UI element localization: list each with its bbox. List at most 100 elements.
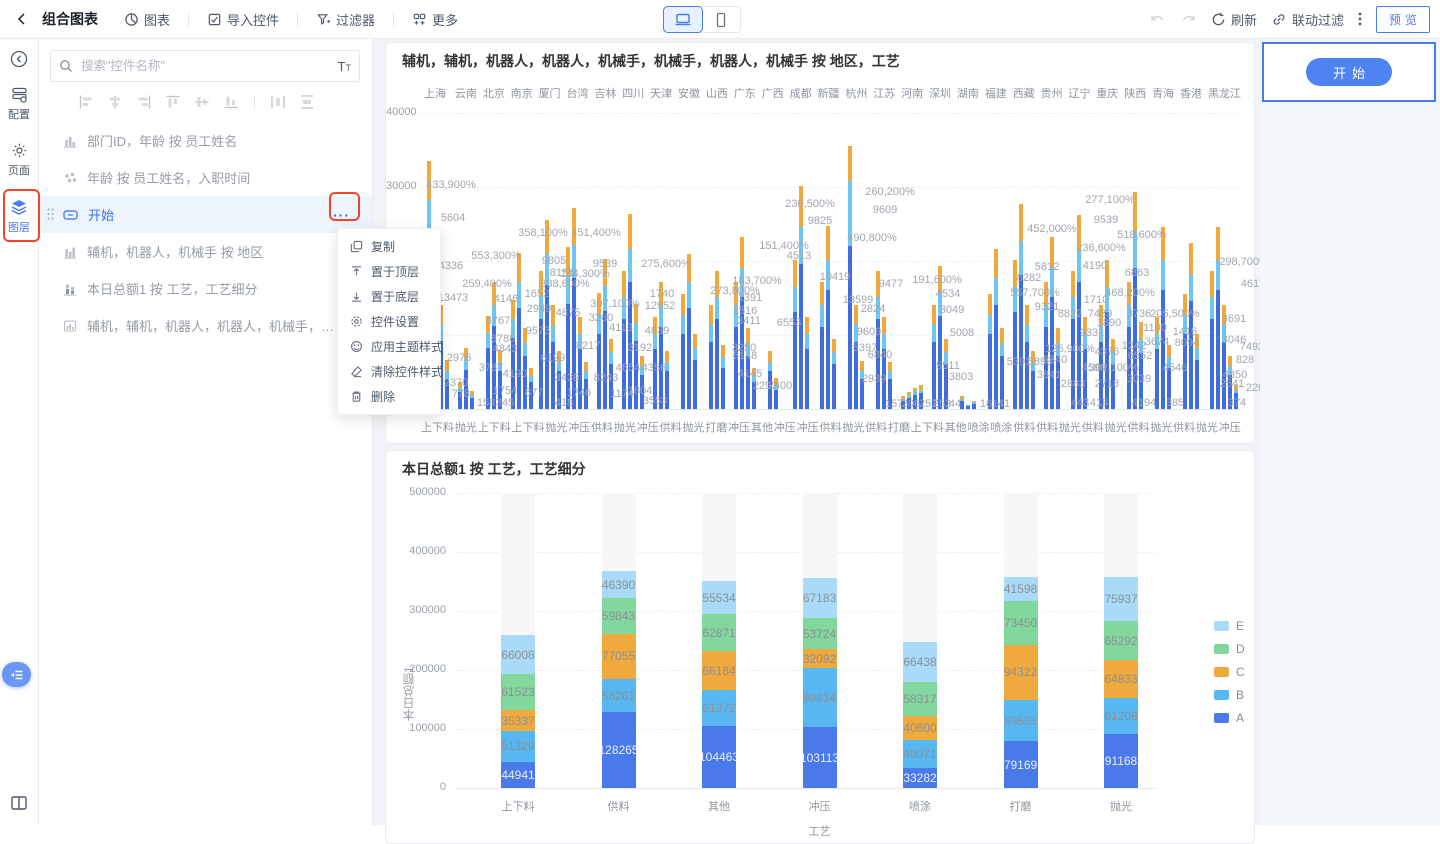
bar[interactable]: [734, 282, 738, 409]
bar[interactable]: [539, 271, 543, 409]
collapse-panel-pill-button[interactable]: [2, 662, 31, 687]
bar[interactable]: [715, 271, 719, 409]
stack-segment[interactable]: 66438: [903, 642, 937, 681]
bar[interactable]: [1013, 260, 1017, 409]
stack-segment[interactable]: 53724: [803, 618, 837, 650]
align-center-h-icon[interactable]: [107, 94, 123, 110]
stack-segment[interactable]: 79169: [1004, 741, 1038, 788]
align-bottom-icon[interactable]: [223, 94, 239, 110]
bar[interactable]: [566, 247, 570, 409]
bar[interactable]: [551, 305, 555, 409]
stack-segment[interactable]: 41598: [1004, 577, 1038, 602]
bar[interactable]: [901, 396, 905, 409]
bar[interactable]: [882, 317, 886, 409]
stack-segment[interactable]: 77055: [602, 634, 636, 679]
bar[interactable]: [860, 361, 864, 409]
bar[interactable]: [932, 305, 936, 409]
filter-button[interactable]: 过滤器: [306, 6, 385, 33]
bar[interactable]: [511, 300, 515, 410]
bar[interactable]: [994, 249, 998, 409]
bar[interactable]: [659, 282, 663, 409]
bar[interactable]: [799, 186, 803, 409]
bar[interactable]: [545, 220, 549, 409]
bar[interactable]: [1111, 339, 1115, 409]
stack-segment[interactable]: 44941: [501, 762, 535, 789]
bar[interactable]: [498, 350, 502, 409]
distribute-v-icon[interactable]: [299, 94, 315, 110]
stack-segment[interactable]: 46390: [602, 571, 636, 598]
stack-segment[interactable]: 69555: [1004, 700, 1038, 741]
bar[interactable]: [919, 385, 923, 409]
bar[interactable]: [1216, 227, 1220, 409]
stack-segment[interactable]: 33282: [903, 768, 937, 788]
bar[interactable]: [876, 271, 880, 409]
stack-segment[interactable]: 67183: [803, 578, 837, 618]
stack-segment[interactable]: 99814: [803, 668, 837, 727]
bar[interactable]: [1139, 322, 1143, 409]
stack-segment[interactable]: 104463: [702, 726, 736, 788]
desktop-view-button[interactable]: [664, 7, 702, 32]
bar[interactable]: [529, 368, 533, 409]
bar[interactable]: [523, 328, 527, 409]
bar[interactable]: [464, 348, 468, 409]
preview-button[interactable]: 预览: [1376, 6, 1430, 33]
stack-segment[interactable]: 64833: [1104, 660, 1138, 698]
bar[interactable]: [681, 294, 685, 409]
stack-segment[interactable]: 128265: [602, 712, 636, 788]
bar[interactable]: [1167, 345, 1171, 409]
bar[interactable]: [1099, 305, 1103, 409]
bar[interactable]: [693, 334, 697, 409]
bar[interactable]: [746, 328, 750, 409]
bar[interactable]: [1019, 204, 1023, 409]
bottom-chart-widget[interactable]: 本日总额1 按 工艺，工艺细分 本日总额1 工艺 500000400000300…: [385, 450, 1255, 844]
bar[interactable]: [1127, 282, 1131, 409]
drag-handle-icon[interactable]: [47, 208, 54, 220]
distribute-h-icon[interactable]: [270, 94, 286, 110]
bar[interactable]: [721, 345, 725, 409]
bar[interactable]: [1155, 317, 1159, 409]
stack-column[interactable]: 12826556261770555984346390供料: [602, 493, 636, 788]
bar[interactable]: [1133, 192, 1137, 409]
bar[interactable]: [1228, 356, 1232, 409]
menu-item-send-to-back[interactable]: 置于底层: [338, 284, 440, 309]
bar[interactable]: [557, 351, 561, 409]
stack-segment[interactable]: 32092: [803, 649, 837, 668]
stack-segment[interactable]: 91168: [1104, 734, 1138, 788]
bar[interactable]: [832, 339, 836, 409]
import-widget-button[interactable]: 导入控件: [197, 6, 289, 33]
bar[interactable]: [609, 339, 613, 409]
text-filter-icon[interactable]: TT: [338, 59, 351, 74]
bar[interactable]: [1050, 237, 1054, 409]
stack-segment[interactable]: 103113: [803, 727, 837, 788]
bar[interactable]: [888, 362, 892, 409]
align-middle-v-icon[interactable]: [194, 94, 210, 110]
bar[interactable]: [687, 254, 691, 409]
stack-segment[interactable]: 40600: [903, 716, 937, 740]
bar[interactable]: [740, 237, 744, 409]
bar[interactable]: [907, 392, 911, 409]
bar[interactable]: [793, 260, 797, 409]
bar[interactable]: [805, 317, 809, 409]
split-view-icon[interactable]: [11, 796, 27, 810]
align-top-icon[interactable]: [165, 94, 181, 110]
bar[interactable]: [486, 316, 490, 409]
stack-segment[interactable]: 61523: [501, 674, 535, 710]
widget-row[interactable]: 部门ID，年龄 按 员工姓名: [38, 122, 372, 159]
widget-row[interactable]: 本日总额1 按 工艺，工艺细分: [38, 270, 372, 307]
stack-segment[interactable]: 61208: [1104, 698, 1138, 734]
kebab-menu-icon[interactable]: [1358, 11, 1362, 27]
bar[interactable]: [665, 351, 669, 409]
menu-item-delete[interactable]: 删除: [338, 384, 440, 409]
stack-column[interactable]: 10446361372661846287155534其他: [702, 493, 736, 788]
bar[interactable]: [972, 401, 976, 409]
bar[interactable]: [578, 317, 582, 409]
stack-column[interactable]: 3328248071406005831766438喷涂: [903, 493, 937, 788]
bar[interactable]: [774, 378, 778, 409]
menu-item-clear-style[interactable]: 清除控件样式: [338, 359, 440, 384]
align-left-icon[interactable]: [78, 94, 94, 110]
bar[interactable]: [1183, 294, 1187, 409]
widget-row[interactable]: 年龄 按 员工姓名，入职时间: [38, 159, 372, 196]
stack-segment[interactable]: 48071: [903, 740, 937, 768]
bar[interactable]: [1105, 260, 1109, 409]
widget-search-box[interactable]: TT: [50, 50, 360, 82]
